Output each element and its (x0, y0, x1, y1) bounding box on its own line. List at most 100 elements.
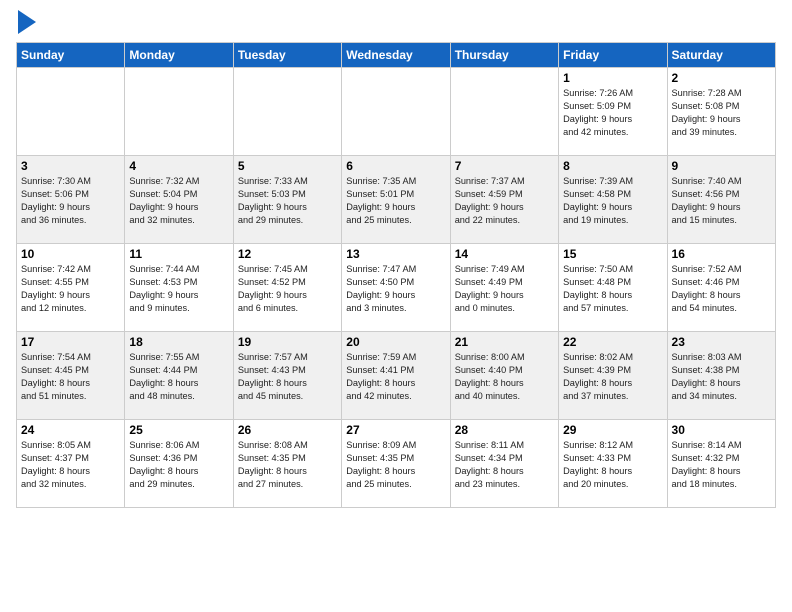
day-number: 15 (563, 247, 662, 261)
calendar-week-row: 17 Sunrise: 7:54 AMSunset: 4:45 PMDayligh… (17, 332, 776, 420)
table-row: 1 Sunrise: 7:26 AMSunset: 5:09 PMDaylight… (559, 68, 667, 156)
day-number: 23 (672, 335, 771, 349)
table-row: 26Sunrise: 8:08 AMSunset: 4:35 PMDayligh… (233, 420, 341, 508)
page: Sunday Monday Tuesday Wednesday Thursday… (0, 0, 792, 612)
day-info: Sunrise: 7:40 AMSunset: 4:56 PMDaylight:… (672, 175, 771, 227)
day-number: 11 (129, 247, 228, 261)
day-info: Sunrise: 7:54 AMSunset: 4:45 PMDaylight:… (21, 351, 120, 403)
table-row: 18Sunrise: 7:55 AMSunset: 4:44 PMDayligh… (125, 332, 233, 420)
day-info: Sunrise: 7:57 AMSunset: 4:43 PMDaylight:… (238, 351, 337, 403)
day-number: 22 (563, 335, 662, 349)
calendar-week-row: 10Sunrise: 7:42 AMSunset: 4:55 PMDayligh… (17, 244, 776, 332)
day-number: 3 (21, 159, 120, 173)
table-row: 23 Sunrise: 8:03 AMSunset: 4:38 PMDayligh… (667, 332, 775, 420)
day-info: Sunrise: 7:59 AMSunset: 4:41 PMDaylight:… (346, 351, 445, 403)
table-row: 28 Sunrise: 8:11 AMSunset: 4:34 PMDayligh… (450, 420, 558, 508)
table-row: 9 Sunrise: 7:40 AMSunset: 4:56 PMDaylight… (667, 156, 775, 244)
col-tuesday: Tuesday (233, 43, 341, 68)
logo (16, 12, 36, 34)
table-row: 13 Sunrise: 7:47 AMSunset: 4:50 PMDayligh… (342, 244, 450, 332)
col-saturday: Saturday (667, 43, 775, 68)
calendar-week-row: 24Sunrise: 8:05 AMSunset: 4:37 PMDayligh… (17, 420, 776, 508)
table-row: 6Sunrise: 7:35 AMSunset: 5:01 PMDaylight… (342, 156, 450, 244)
day-number: 1 (563, 71, 662, 85)
day-info: Sunrise: 8:00 AMSunset: 4:40 PMDaylight:… (455, 351, 554, 403)
table-row: 25 Sunrise: 8:06 AMSunset: 4:36 PMDayligh… (125, 420, 233, 508)
day-info: Sunrise: 7:33 AMSunset: 5:03 PMDaylight:… (238, 175, 337, 227)
day-number: 16 (672, 247, 771, 261)
day-info: Sunrise: 7:37 AMSunset: 4:59 PMDaylight:… (455, 175, 554, 227)
day-info: Sunrise: 8:11 AMSunset: 4:34 PMDaylight:… (455, 439, 554, 491)
col-wednesday: Wednesday (342, 43, 450, 68)
table-row: 14 Sunrise: 7:49 AMSunset: 4:49 PMDayligh… (450, 244, 558, 332)
table-row: 12Sunrise: 7:45 AMSunset: 4:52 PMDayligh… (233, 244, 341, 332)
table-row: 8 Sunrise: 7:39 AMSunset: 4:58 PMDaylight… (559, 156, 667, 244)
day-number: 20 (346, 335, 445, 349)
col-sunday: Sunday (17, 43, 125, 68)
day-number: 17 (21, 335, 120, 349)
day-number: 21 (455, 335, 554, 349)
calendar-header-row: Sunday Monday Tuesday Wednesday Thursday… (17, 43, 776, 68)
day-number: 12 (238, 247, 337, 261)
day-info: Sunrise: 8:12 AMSunset: 4:33 PMDaylight:… (563, 439, 662, 491)
table-row: 7 Sunrise: 7:37 AMSunset: 4:59 PMDaylight… (450, 156, 558, 244)
table-row: 16 Sunrise: 7:52 AMSunset: 4:46 PMDayligh… (667, 244, 775, 332)
table-row (233, 68, 341, 156)
table-row (342, 68, 450, 156)
table-row: 5Sunrise: 7:33 AMSunset: 5:03 PMDaylight… (233, 156, 341, 244)
day-info: Sunrise: 7:47 AMSunset: 4:50 PMDaylight:… (346, 263, 445, 315)
day-number: 29 (563, 423, 662, 437)
day-info: Sunrise: 7:26 AMSunset: 5:09 PMDaylight:… (563, 87, 662, 139)
header (16, 12, 776, 34)
day-info: Sunrise: 8:06 AMSunset: 4:36 PMDaylight:… (129, 439, 228, 491)
day-info: Sunrise: 8:08 AMSunset: 4:35 PMDaylight:… (238, 439, 337, 491)
day-number: 2 (672, 71, 771, 85)
day-info: Sunrise: 7:50 AMSunset: 4:48 PMDaylight:… (563, 263, 662, 315)
table-row (125, 68, 233, 156)
day-info: Sunrise: 7:32 AMSunset: 5:04 PMDaylight:… (129, 175, 228, 227)
day-info: Sunrise: 7:39 AMSunset: 4:58 PMDaylight:… (563, 175, 662, 227)
day-number: 8 (563, 159, 662, 173)
table-row (450, 68, 558, 156)
table-row: 11 Sunrise: 7:44 AMSunset: 4:53 PMDayligh… (125, 244, 233, 332)
table-row: 4 Sunrise: 7:32 AMSunset: 5:04 PMDaylight… (125, 156, 233, 244)
col-monday: Monday (125, 43, 233, 68)
day-info: Sunrise: 8:09 AMSunset: 4:35 PMDaylight:… (346, 439, 445, 491)
col-friday: Friday (559, 43, 667, 68)
logo-icon (18, 10, 36, 34)
day-info: Sunrise: 7:30 AMSunset: 5:06 PMDaylight:… (21, 175, 120, 227)
day-number: 9 (672, 159, 771, 173)
table-row: 29 Sunrise: 8:12 AMSunset: 4:33 PMDayligh… (559, 420, 667, 508)
day-number: 28 (455, 423, 554, 437)
day-number: 18 (129, 335, 228, 349)
day-info: Sunrise: 7:49 AMSunset: 4:49 PMDaylight:… (455, 263, 554, 315)
table-row: 27 Sunrise: 8:09 AMSunset: 4:35 PMDayligh… (342, 420, 450, 508)
day-info: Sunrise: 8:03 AMSunset: 4:38 PMDaylight:… (672, 351, 771, 403)
day-number: 19 (238, 335, 337, 349)
day-number: 27 (346, 423, 445, 437)
calendar-week-row: 1 Sunrise: 7:26 AMSunset: 5:09 PMDaylight… (17, 68, 776, 156)
table-row: 20 Sunrise: 7:59 AMSunset: 4:41 PMDayligh… (342, 332, 450, 420)
day-number: 4 (129, 159, 228, 173)
day-info: Sunrise: 8:14 AMSunset: 4:32 PMDaylight:… (672, 439, 771, 491)
day-info: Sunrise: 7:44 AMSunset: 4:53 PMDaylight:… (129, 263, 228, 315)
day-number: 25 (129, 423, 228, 437)
day-info: Sunrise: 7:28 AMSunset: 5:08 PMDaylight:… (672, 87, 771, 139)
day-number: 30 (672, 423, 771, 437)
calendar-week-row: 3 Sunrise: 7:30 AMSunset: 5:06 PMDaylight… (17, 156, 776, 244)
day-info: Sunrise: 7:52 AMSunset: 4:46 PMDaylight:… (672, 263, 771, 315)
col-thursday: Thursday (450, 43, 558, 68)
day-number: 13 (346, 247, 445, 261)
table-row: 22Sunrise: 8:02 AMSunset: 4:39 PMDayligh… (559, 332, 667, 420)
day-number: 7 (455, 159, 554, 173)
table-row: 3 Sunrise: 7:30 AMSunset: 5:06 PMDaylight… (17, 156, 125, 244)
day-info: Sunrise: 8:05 AMSunset: 4:37 PMDaylight:… (21, 439, 120, 491)
table-row: 2 Sunrise: 7:28 AMSunset: 5:08 PMDaylight… (667, 68, 775, 156)
table-row: 15 Sunrise: 7:50 AMSunset: 4:48 PMDayligh… (559, 244, 667, 332)
logo-text (16, 12, 36, 34)
day-number: 14 (455, 247, 554, 261)
table-row: 17 Sunrise: 7:54 AMSunset: 4:45 PMDayligh… (17, 332, 125, 420)
day-info: Sunrise: 7:42 AMSunset: 4:55 PMDaylight:… (21, 263, 120, 315)
table-row: 30 Sunrise: 8:14 AMSunset: 4:32 PMDayligh… (667, 420, 775, 508)
calendar-table: Sunday Monday Tuesday Wednesday Thursday… (16, 42, 776, 508)
